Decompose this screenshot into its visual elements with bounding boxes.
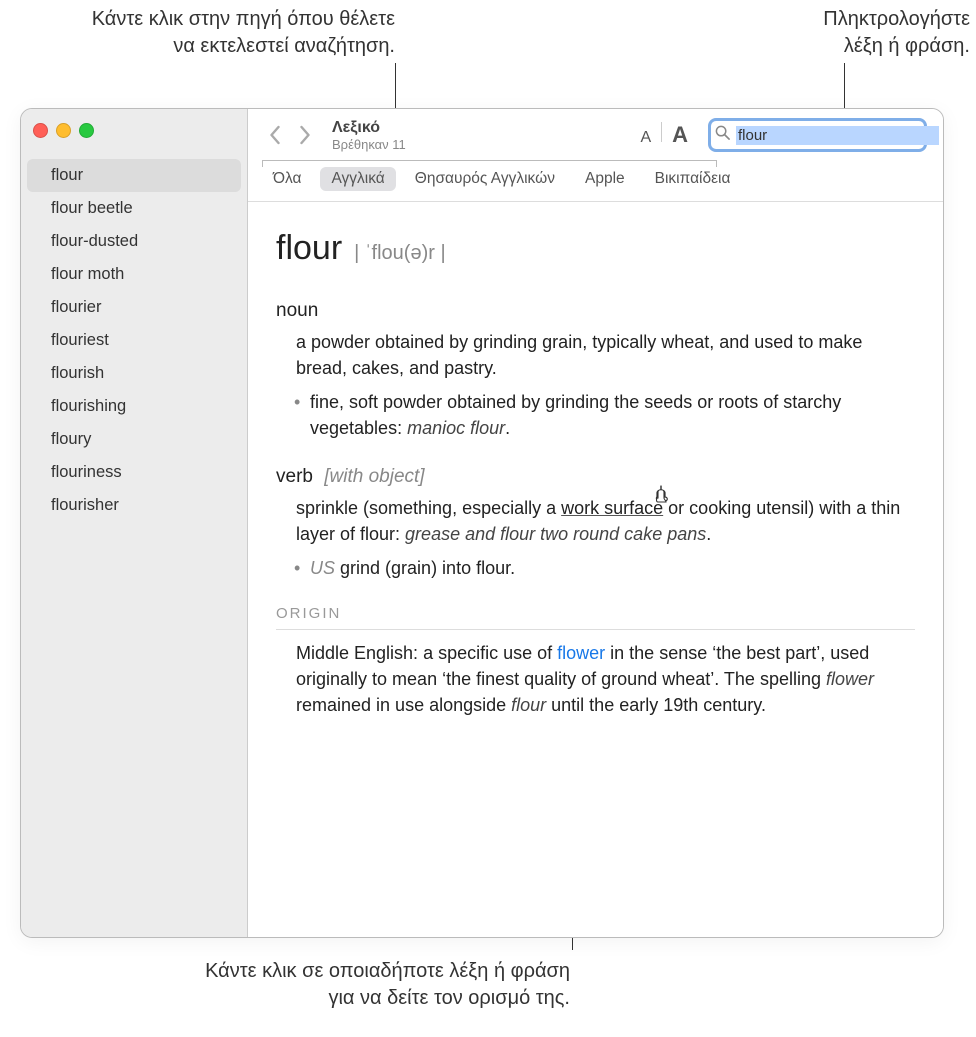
sidebar-item[interactable]: flour-dusted [21,225,247,258]
callout-type: Πληκτρολογήστε λέξη ή φράση. [740,6,970,60]
fullscreen-window-button[interactable] [79,123,94,138]
sidebar-item[interactable]: flouriest [21,324,247,357]
sidebar-item[interactable]: flourier [21,291,247,324]
callout-line-type [844,63,845,113]
def-example: grease and flour two round cake pans [405,524,706,544]
pos-verb: verb [with object] [276,463,915,491]
def-end: . [706,524,711,544]
forward-button[interactable] [295,125,316,145]
sidebar-item[interactable]: flourish [21,357,247,390]
search-input[interactable] [736,126,939,145]
origin-mid2: remained in use alongside [296,695,511,715]
sidebar-item[interactable]: flour beetle [21,192,247,225]
gram-label: [with object] [324,466,424,487]
sidebar-item[interactable]: flour moth [21,258,247,291]
source-tabs: Όλα Αγγλικά Θησαυρός Αγγλικών Apple Βικιπαίδ… [248,161,943,202]
link-flower[interactable]: flower [557,643,605,663]
def-pre: sprinkle (something, especially a [296,498,561,518]
search-icon [715,125,730,145]
origin-label: ORIGIN [276,603,915,630]
back-button[interactable] [264,125,285,145]
content-pane: Λεξικό Βρέθηκαν 11 A A ✕ [248,109,943,937]
tab-corner-left [262,160,263,167]
pos-label: noun [276,300,318,321]
source-tab[interactable]: Apple [574,167,636,191]
dictionary-window: flourflour beetleflour-dustedflour mothf… [20,108,944,938]
sidebar-item[interactable]: flourishing [21,390,247,423]
source-tab[interactable]: Θησαυρός Αγγλικών [404,167,566,191]
origin-end: until the early 19th century. [546,695,766,715]
pronunciation: | ˈflou(ə)r | [354,239,446,268]
callout-clickword: Κάντε κλικ σε οποιαδήποτε λέξη ή φράση γ… [90,958,570,1012]
origin-pre: Middle English: a specific use of [296,643,557,663]
sidebar-item[interactable]: floury [21,423,247,456]
origin-em1: flower [826,669,874,689]
sub-sense-noun: fine, soft powder obtained by grinding t… [296,389,915,441]
tab-top-line [262,160,717,161]
decrease-font-button[interactable]: A [640,129,651,147]
minimize-window-button[interactable] [56,123,71,138]
sidebar: flourflour beetleflour-dustedflour mothf… [21,109,248,937]
sidebar-item[interactable]: flourisher [21,489,247,522]
origin-text: Middle English: a specific use of flower… [296,640,915,718]
definition-noun: a powder obtained by grinding grain, typ… [296,329,915,381]
sub-sense-suffix: . [505,418,510,438]
definition-verb: sprinkle (something, especially a work s… [296,495,915,547]
tab-corner-right [716,160,717,167]
region-label: US [310,558,335,578]
window-controls [21,109,247,151]
source-tab[interactable]: Αγγλικά [320,167,395,191]
pos-noun: noun [276,297,915,325]
source-tab[interactable]: Βικιπαίδεια [644,167,742,191]
entry: flour | ˈflou(ə)r | noun a powder obtain… [248,202,943,718]
headword: flour [276,224,342,273]
search-field[interactable]: ✕ [708,118,927,152]
sidebar-item[interactable]: flouriness [21,456,247,489]
sub-sense-example: manioc flour [407,418,505,438]
sub-sense-verb: US grind (grain) into flour. [296,555,915,581]
toolbar: Λεξικό Βρέθηκαν 11 A A ✕ [248,109,943,161]
pos-label: verb [276,466,313,487]
title-block: Λεξικό Βρέθηκαν 11 [332,119,406,152]
sidebar-list: flourflour beetleflour-dustedflour mothf… [21,151,247,522]
app-title: Λεξικό [332,119,406,137]
source-tab[interactable]: Όλα [262,167,312,191]
sub-sense-text: grind (grain) into flour. [335,558,515,578]
sidebar-item[interactable]: flour [27,159,241,192]
sub-sense-text: fine, soft powder obtained by grinding t… [310,392,841,438]
font-size-controls: A A [640,122,688,148]
link-work-surface[interactable]: work surface [561,498,663,518]
results-count: Βρέθηκαν 11 [332,137,406,152]
origin-em2: flour [511,695,546,715]
increase-font-button[interactable]: A [672,122,688,148]
callout-source: Κάντε κλικ στην πηγή όπου θέλετε να εκτε… [55,6,395,60]
close-window-button[interactable] [33,123,48,138]
font-size-separator [661,122,662,142]
